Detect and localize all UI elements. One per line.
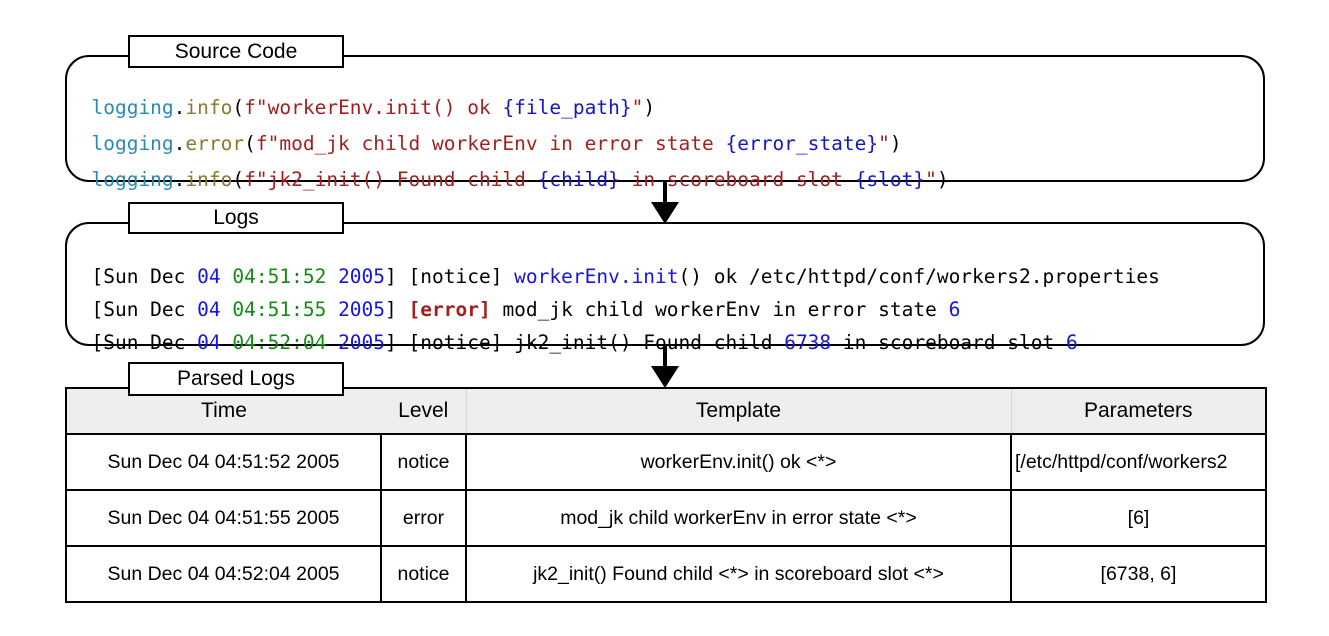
- column-header-template: Template: [465, 387, 1011, 435]
- log-value: 6: [1065, 331, 1078, 354]
- cell-parameters: [6738, 6]: [1010, 545, 1267, 603]
- code-variable: {slot}: [854, 168, 926, 191]
- code-paren: (: [232, 168, 245, 191]
- cell-parameters: [6]: [1010, 489, 1267, 547]
- source-code-tab: Source Code: [128, 35, 344, 68]
- code-object: logging: [91, 168, 174, 191]
- cell-time: Sun Dec 04 04:51:52 2005: [65, 433, 382, 491]
- cell-level: error: [380, 489, 467, 547]
- code-variable: {child}: [537, 168, 620, 191]
- table-row: Sun Dec 04 04:51:55 2005 error mod_jk ch…: [65, 489, 1267, 547]
- cell-time: Sun Dec 04 04:52:04 2005: [65, 545, 382, 603]
- down-arrow-icon: [651, 182, 679, 224]
- logs-tab: Logs: [128, 202, 344, 234]
- cell-template: jk2_init() Found child <*> in scoreboard…: [465, 545, 1012, 603]
- log-day: 04: [197, 331, 221, 354]
- down-arrow-icon: [651, 346, 679, 388]
- cell-level: notice: [380, 433, 467, 491]
- table-row: Sun Dec 04 04:52:04 2005 notice jk2_init…: [65, 545, 1267, 603]
- code-line: logging.info(f"jk2_init() Found child {c…: [68, 145, 949, 191]
- log-line: [Sun Dec 04 04:52:04 2005] [notice] jk2_…: [68, 308, 1078, 354]
- log-text: [Sun Dec: [91, 331, 198, 354]
- cell-time: Sun Dec 04 04:51:55 2005: [65, 489, 382, 547]
- code-dot: .: [173, 168, 186, 191]
- parsed-logs-table: Time Level Template Parameters Sun Dec 0…: [65, 387, 1267, 603]
- cell-template: workerEnv.init() ok <*>: [465, 433, 1012, 491]
- log-value: 6738: [784, 331, 832, 354]
- parsed-logs-tab: Parsed Logs: [128, 362, 344, 396]
- column-header-level: Level: [381, 387, 466, 435]
- log-text: in scoreboard slot: [831, 331, 1066, 354]
- cell-parameters: [/etc/httpd/conf/workers2: [1010, 433, 1267, 491]
- code-string: jk2_init() Found child: [267, 168, 538, 191]
- code-fstring-prefix: f": [244, 168, 268, 191]
- code-paren: ): [936, 168, 949, 191]
- table-row: Sun Dec 04 04:51:52 2005 notice workerEn…: [65, 433, 1267, 491]
- log-year: 2005: [338, 331, 386, 354]
- code-string: ": [925, 168, 937, 191]
- log-text: ] [notice] jk2_init() Found child: [385, 331, 785, 354]
- cell-level: notice: [380, 545, 467, 603]
- cell-template: mod_jk child workerEnv in error state <*…: [465, 489, 1012, 547]
- log-time: 04:52:04: [232, 331, 327, 354]
- column-header-parameters: Parameters: [1010, 387, 1267, 435]
- code-function: info: [185, 168, 233, 191]
